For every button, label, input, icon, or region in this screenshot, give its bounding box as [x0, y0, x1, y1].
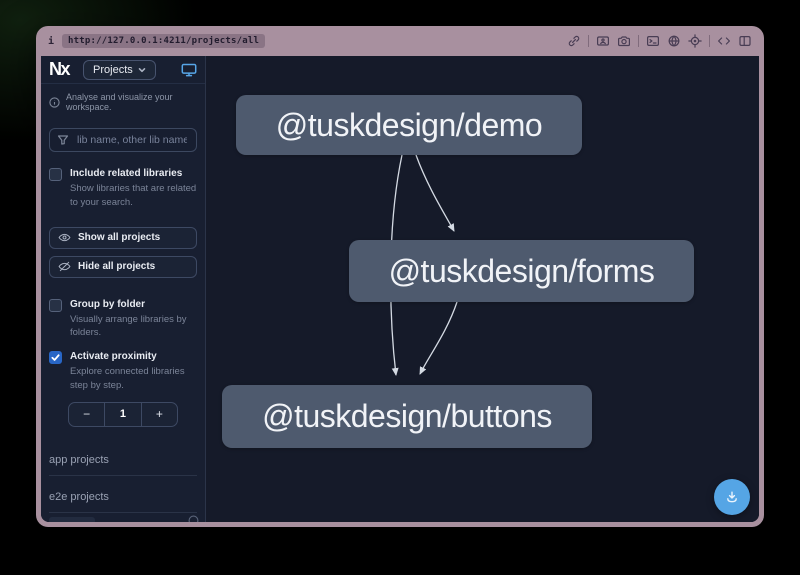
globe-icon[interactable] — [667, 34, 681, 48]
toolbar-separator — [638, 35, 639, 47]
cutoff-text-blob — [49, 517, 95, 523]
sidebar-header: Nx Projects — [41, 56, 205, 84]
circle-icon — [188, 515, 199, 523]
search-box — [49, 128, 197, 152]
info-icon: i — [48, 36, 54, 47]
edge-demo-to-forms — [416, 155, 454, 231]
proximity-stepper: − 1 + — [68, 402, 178, 427]
checkbox-unchecked[interactable] — [49, 299, 62, 312]
sidebar: Nx Projects Analyse and visualize your w… — [41, 56, 206, 522]
checkbox-label[interactable]: Include related libraries — [70, 167, 197, 180]
stepper-decrement-button[interactable]: − — [69, 403, 104, 426]
checkbox-include-related: Include related libraries Show libraries… — [41, 167, 205, 210]
browser-window: i http://127.0.0.1:4211/projects/all — [36, 26, 764, 527]
toolbar-separator — [709, 35, 710, 47]
eye-off-icon — [58, 260, 71, 273]
info-circle-icon — [49, 97, 60, 108]
link-icon[interactable] — [567, 34, 581, 48]
nx-logo: Nx — [49, 59, 69, 80]
download-graph-button[interactable] — [714, 479, 750, 515]
layout-columns-icon[interactable] — [738, 34, 752, 48]
stepper-increment-button[interactable]: + — [142, 403, 177, 426]
checkbox-checked[interactable] — [49, 351, 62, 364]
checkbox-description: Show libraries that are related to your … — [70, 182, 197, 210]
graph-node-buttons[interactable]: @tuskdesign/buttons — [222, 385, 592, 448]
url-bar[interactable]: http://127.0.0.1:4211/projects/all — [62, 34, 265, 48]
graph-node-demo[interactable]: @tuskdesign/demo — [236, 95, 582, 155]
search-input[interactable] — [75, 133, 189, 147]
tagline-row: Analyse and visualize your workspace. — [41, 84, 205, 112]
projects-dropdown[interactable]: Projects — [83, 60, 156, 80]
hide-all-projects-label: Hide all projects — [78, 261, 155, 272]
toolbar-separator — [588, 35, 589, 47]
titlebar-toolbar — [567, 34, 752, 48]
download-icon — [724, 489, 740, 505]
section-e2e-projects[interactable]: e2e projects — [49, 476, 197, 513]
checkbox-label[interactable]: Activate proximity — [70, 350, 197, 363]
camera-icon[interactable] — [617, 34, 631, 48]
graph-node-forms[interactable]: @tuskdesign/forms — [349, 240, 694, 302]
project-graph-canvas[interactable]: @tuskdesign/demo @tuskdesign/forms @tusk… — [206, 56, 759, 522]
stepper-value: 1 — [104, 403, 141, 426]
tagline-text: Analyse and visualize your workspace. — [66, 92, 197, 112]
check-icon — [51, 353, 60, 362]
terminal-icon[interactable] — [646, 34, 660, 48]
show-all-projects-label: Show all projects — [78, 232, 160, 243]
eye-icon — [58, 231, 71, 244]
target-icon[interactable] — [688, 34, 702, 48]
chevron-down-icon — [138, 66, 146, 74]
checkbox-unchecked[interactable] — [49, 168, 62, 181]
edge-forms-to-buttons — [420, 302, 457, 374]
monitor-icon[interactable] — [181, 63, 197, 77]
checkbox-description: Visually arrange libraries by folders. — [70, 313, 197, 341]
section-app-projects[interactable]: app projects — [49, 439, 197, 476]
checkbox-description: Explore connected libraries step by step… — [70, 365, 197, 393]
browser-titlebar: i http://127.0.0.1:4211/projects/all — [36, 26, 764, 56]
checkbox-label[interactable]: Group by folder — [70, 298, 197, 311]
checkbox-group-by-folder: Group by folder Visually arrange librari… — [41, 298, 205, 341]
code-arrows-icon[interactable] — [717, 34, 731, 48]
show-all-projects-button[interactable]: Show all projects — [49, 227, 197, 249]
partial-cutoff-row — [49, 512, 199, 522]
device-frame-icon[interactable] — [596, 34, 610, 48]
checkbox-activate-proximity: Activate proximity Explore connected lib… — [41, 350, 205, 393]
project-sections: app projects e2e projects lib projects — [41, 439, 205, 522]
projects-dropdown-label: Projects — [93, 64, 133, 76]
app-content: Nx Projects Analyse and visualize your w… — [41, 56, 759, 522]
hide-all-projects-button[interactable]: Hide all projects — [49, 256, 197, 278]
filter-icon — [57, 134, 69, 146]
